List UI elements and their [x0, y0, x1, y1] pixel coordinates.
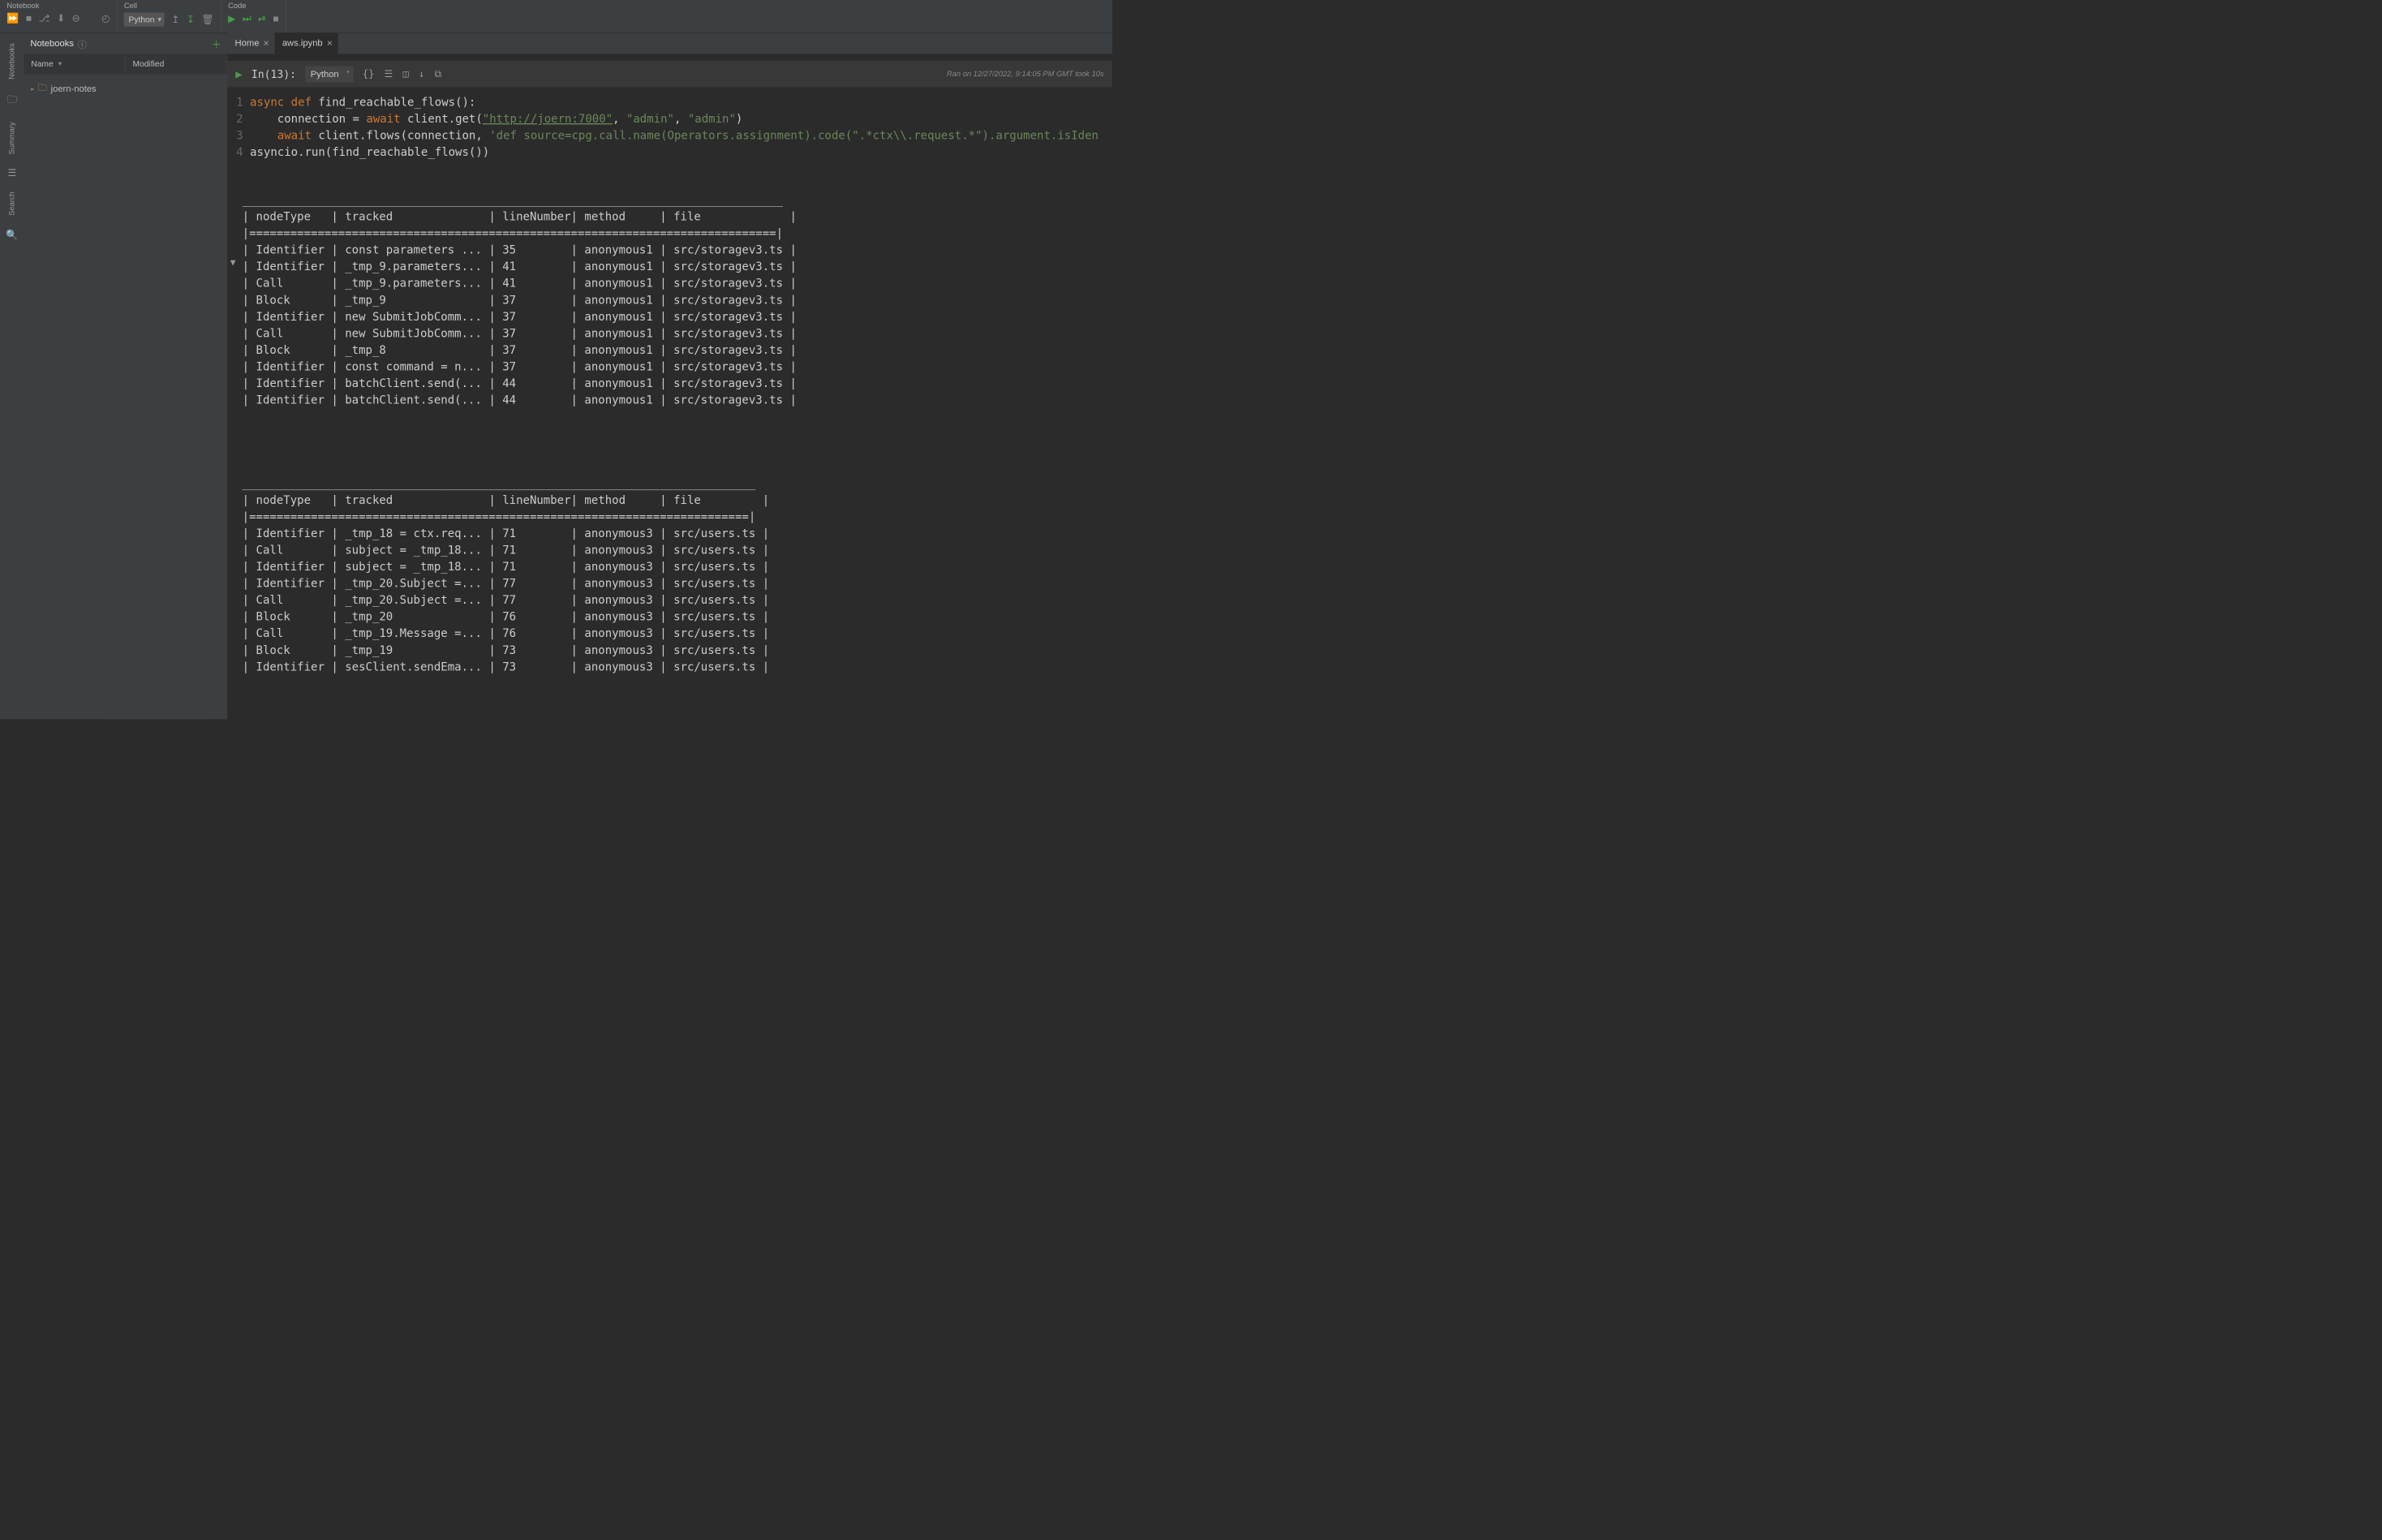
folder-icon: 🗀 — [38, 81, 47, 97]
run-icon[interactable]: ▶ — [228, 13, 235, 24]
braces-icon[interactable]: {} — [363, 68, 375, 80]
close-icon[interactable]: ✕ — [263, 38, 269, 48]
cell-label: Cell — [124, 2, 214, 11]
rail-notebooks[interactable]: Notebooks — [8, 43, 17, 80]
notebook-body[interactable]: ▶ In(13): Python {} ☰ ◫ ↓ ⧉ Ran on 12/27… — [227, 54, 1112, 719]
left-rail: Notebooks 🗀 Summary ☰ Search 🔍 — [0, 33, 24, 719]
arrow-down-icon[interactable]: ↓ — [419, 68, 424, 80]
cell-prompt: In(13): — [252, 67, 296, 80]
stop-icon[interactable]: ■ — [26, 12, 32, 24]
code-group: Code ▶ ⏭ ⏯ ■ — [221, 0, 286, 33]
fold-icon[interactable]: ▼ — [230, 254, 236, 271]
notebook-label: Notebook — [6, 2, 110, 11]
close-icon[interactable]: ✕ — [326, 38, 333, 48]
delete-cell-icon[interactable]: 🗑 — [201, 14, 213, 25]
editor-tabs: Home ✕ aws.ipynb ✕ — [227, 33, 1112, 54]
branch-icon[interactable]: ⎇ — [39, 12, 50, 24]
tree-label: joern-notes — [51, 84, 97, 94]
tab-home[interactable]: Home ✕ — [227, 32, 274, 54]
file-icon[interactable]: 🗀 — [7, 92, 17, 110]
cell-group: Cell Python ↥ ↧ 🗑 — [117, 0, 221, 33]
help-icon[interactable]: ⓘ — [78, 37, 87, 50]
kernel-select[interactable]: Python — [124, 12, 165, 26]
cell-toolbar: ▶ In(13): Python {} ☰ ◫ ↓ ⧉ Ran on 12/27… — [227, 61, 1112, 88]
rail-summary[interactable]: Summary — [8, 122, 17, 154]
tab-aws[interactable]: aws.ipynb ✕ — [274, 32, 338, 54]
col-name[interactable]: Name▼ — [24, 54, 126, 74]
remove-icon[interactable]: ⊖ — [72, 12, 80, 24]
side-columns: Name▼ Modified — [24, 54, 227, 74]
move-down-icon[interactable]: ↧ — [187, 14, 195, 25]
download-icon[interactable]: ⬇ — [57, 12, 65, 24]
chevron-right-icon: ▸ — [31, 85, 34, 92]
tree-item[interactable]: ▸ 🗀 joern-notes — [31, 79, 221, 99]
run-all-icon[interactable]: ⏩ — [6, 12, 19, 24]
list-icon[interactable]: ☰ — [8, 167, 17, 179]
move-up-icon[interactable]: ↥ — [171, 14, 179, 25]
rail-search[interactable]: Search — [8, 191, 17, 216]
notebook-group: Notebook ⏩ ■ ⎇ ⬇ ⊖ ◴ — [0, 0, 117, 33]
cell-lang-select[interactable]: Python — [305, 66, 353, 82]
side-title: Notebooks — [30, 38, 74, 49]
file-tree: ▸ 🗀 joern-notes — [24, 75, 227, 104]
search-icon[interactable]: 🔍 — [6, 229, 18, 240]
cell-output: ________________________________________… — [227, 167, 1112, 719]
run-next-icon[interactable]: ⏭ — [243, 12, 252, 24]
schedule-icon[interactable]: ◴ — [101, 12, 110, 24]
run-below-icon[interactable]: ⏯ — [258, 12, 266, 24]
add-notebook-icon[interactable]: ＋ — [212, 37, 221, 50]
main-toolbar: Notebook ⏩ ■ ⎇ ⬇ ⊖ ◴ Cell Python ↥ ↧ 🗑 C… — [0, 0, 1112, 33]
split-icon[interactable]: ◫ — [403, 68, 409, 80]
run-meta: Ran on 12/27/2022, 9:14:05 PM GMT took 1… — [947, 70, 1104, 79]
lines-icon[interactable]: ☰ — [385, 68, 393, 80]
copy-icon[interactable]: ⧉ — [435, 68, 442, 80]
code-label: Code — [228, 2, 279, 11]
main-area: Home ✕ aws.ipynb ✕ ▶ In(13): Python {} ☰… — [227, 33, 1112, 719]
stop-code-icon[interactable]: ■ — [273, 13, 278, 24]
run-cell-icon[interactable]: ▶ — [235, 67, 242, 80]
col-modified[interactable]: Modified — [126, 54, 227, 74]
side-header: Notebooks ⓘ ＋ — [24, 33, 227, 54]
side-panel: Notebooks ⓘ ＋ Name▼ Modified ▸ 🗀 joern-n… — [24, 33, 227, 719]
code-editor[interactable]: 1async def find_reachable_flows(): 2 con… — [227, 87, 1112, 167]
